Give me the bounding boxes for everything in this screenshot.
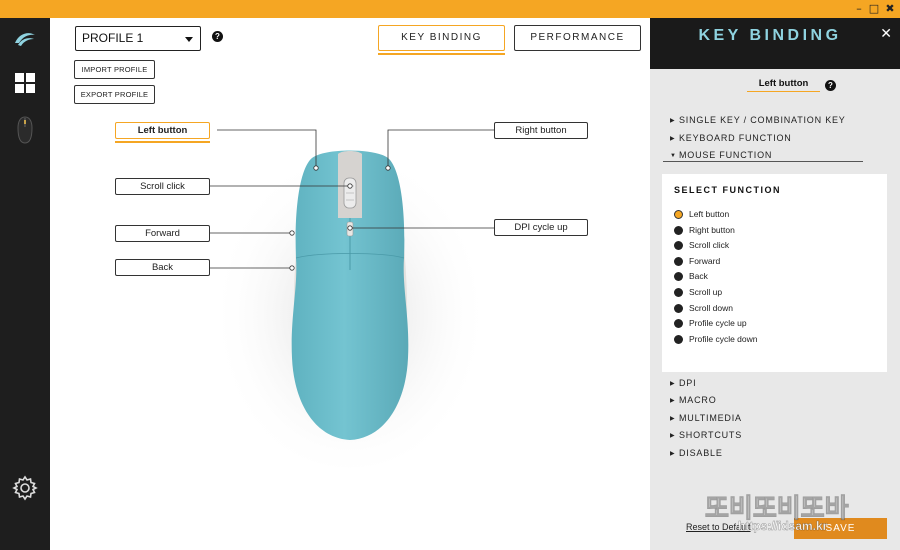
expand-arrow-icon: ▶ (670, 136, 676, 142)
callout-scroll-click[interactable]: Scroll click (115, 178, 210, 195)
callout-active-indicator (115, 141, 210, 143)
category-macro[interactable]: ▶ MACRO (670, 395, 717, 405)
sidebar (0, 18, 50, 550)
dashboard-grid-icon[interactable] (0, 70, 50, 96)
hotspot-dpi-cycle-up[interactable] (347, 225, 353, 231)
maximize-button[interactable]: □ (867, 2, 881, 16)
category-shortcuts[interactable]: ▶ SHORTCUTS (670, 430, 742, 440)
expand-arrow-icon: ▶ (670, 433, 676, 439)
function-option-scroll-down[interactable]: Scroll down (674, 301, 733, 315)
panel-help-icon[interactable]: ? (825, 80, 836, 91)
callout-dpi-cycle-up[interactable]: DPI cycle up (494, 219, 588, 236)
callout-back[interactable]: Back (115, 259, 210, 276)
expand-arrow-icon: ▶ (670, 451, 676, 457)
function-option-profile-cycle-down[interactable]: Profile cycle down (674, 332, 758, 346)
select-function-box: SELECT FUNCTION Left button Right button… (662, 174, 887, 372)
mouse-device-icon[interactable] (0, 114, 50, 146)
expand-arrow-icon: ▶ (670, 416, 676, 422)
expand-arrow-icon: ▶ (670, 118, 676, 124)
settings-gear-icon[interactable] (0, 473, 50, 503)
hotspot-right-button[interactable] (385, 165, 391, 171)
category-keyboard-function[interactable]: ▶ KEYBOARD FUNCTION (670, 133, 792, 143)
category-disable[interactable]: ▶ DISABLE (670, 448, 723, 458)
panel-title: KEY BINDING (698, 27, 842, 44)
radio-icon (674, 271, 683, 281)
collapse-arrow-icon: ▼ (670, 153, 677, 159)
panel-header: KEY BINDING ✕ (650, 18, 900, 69)
function-option-scroll-up[interactable]: Scroll up (674, 285, 722, 299)
select-function-title: SELECT FUNCTION (674, 185, 781, 195)
main-content: PROFILE 1 ? IMPORT PROFILE EXPORT PROFIL… (50, 18, 650, 550)
brand-logo-icon (0, 26, 50, 52)
radio-icon (674, 318, 683, 328)
category-mouse-function[interactable]: ▼ MOUSE FUNCTION (670, 150, 772, 160)
function-option-profile-cycle-up[interactable]: Profile cycle up (674, 316, 747, 330)
radio-icon (674, 287, 683, 297)
hotspot-back[interactable] (289, 265, 295, 271)
category-dpi[interactable]: ▶ DPI (670, 378, 696, 388)
function-option-back[interactable]: Back (674, 269, 708, 283)
close-icon[interactable]: ✕ (880, 26, 892, 42)
expand-arrow-icon: ▶ (670, 381, 676, 387)
hotspot-forward[interactable] (289, 230, 295, 236)
function-option-right-button[interactable]: Right button (674, 223, 735, 237)
category-divider (663, 161, 863, 162)
title-bar: – □ ✖ (0, 0, 900, 18)
category-multimedia[interactable]: ▶ MULTIMEDIA (670, 413, 742, 423)
radio-icon (674, 334, 683, 344)
radio-icon (674, 303, 683, 313)
radio-icon (674, 256, 683, 266)
callout-left-button[interactable]: Left button (115, 122, 210, 139)
expand-arrow-icon: ▶ (670, 398, 676, 404)
radio-icon (674, 225, 683, 235)
close-window-button[interactable]: ✖ (883, 2, 897, 16)
callout-forward[interactable]: Forward (115, 225, 210, 242)
key-binding-panel: KEY BINDING ✕ Left button ? ▶ SINGLE KEY … (650, 18, 900, 550)
selected-button-underline (747, 91, 820, 92)
watermark-url: https://idsam.kr (738, 519, 828, 534)
mouse-illustration (210, 128, 494, 468)
minimize-button[interactable]: – (852, 2, 866, 16)
radio-icon (674, 240, 683, 250)
radio-selected-icon (674, 209, 683, 219)
function-option-forward[interactable]: Forward (674, 254, 720, 268)
hotspot-left-button[interactable] (313, 165, 319, 171)
callout-right-button[interactable]: Right button (494, 122, 588, 139)
function-option-left-button[interactable]: Left button (674, 207, 729, 221)
hotspot-scroll-click[interactable] (347, 183, 353, 189)
category-single-key[interactable]: ▶ SINGLE KEY / COMBINATION KEY (670, 115, 846, 125)
selected-button-label: Left button (758, 78, 809, 89)
function-option-scroll-click[interactable]: Scroll click (674, 238, 729, 252)
